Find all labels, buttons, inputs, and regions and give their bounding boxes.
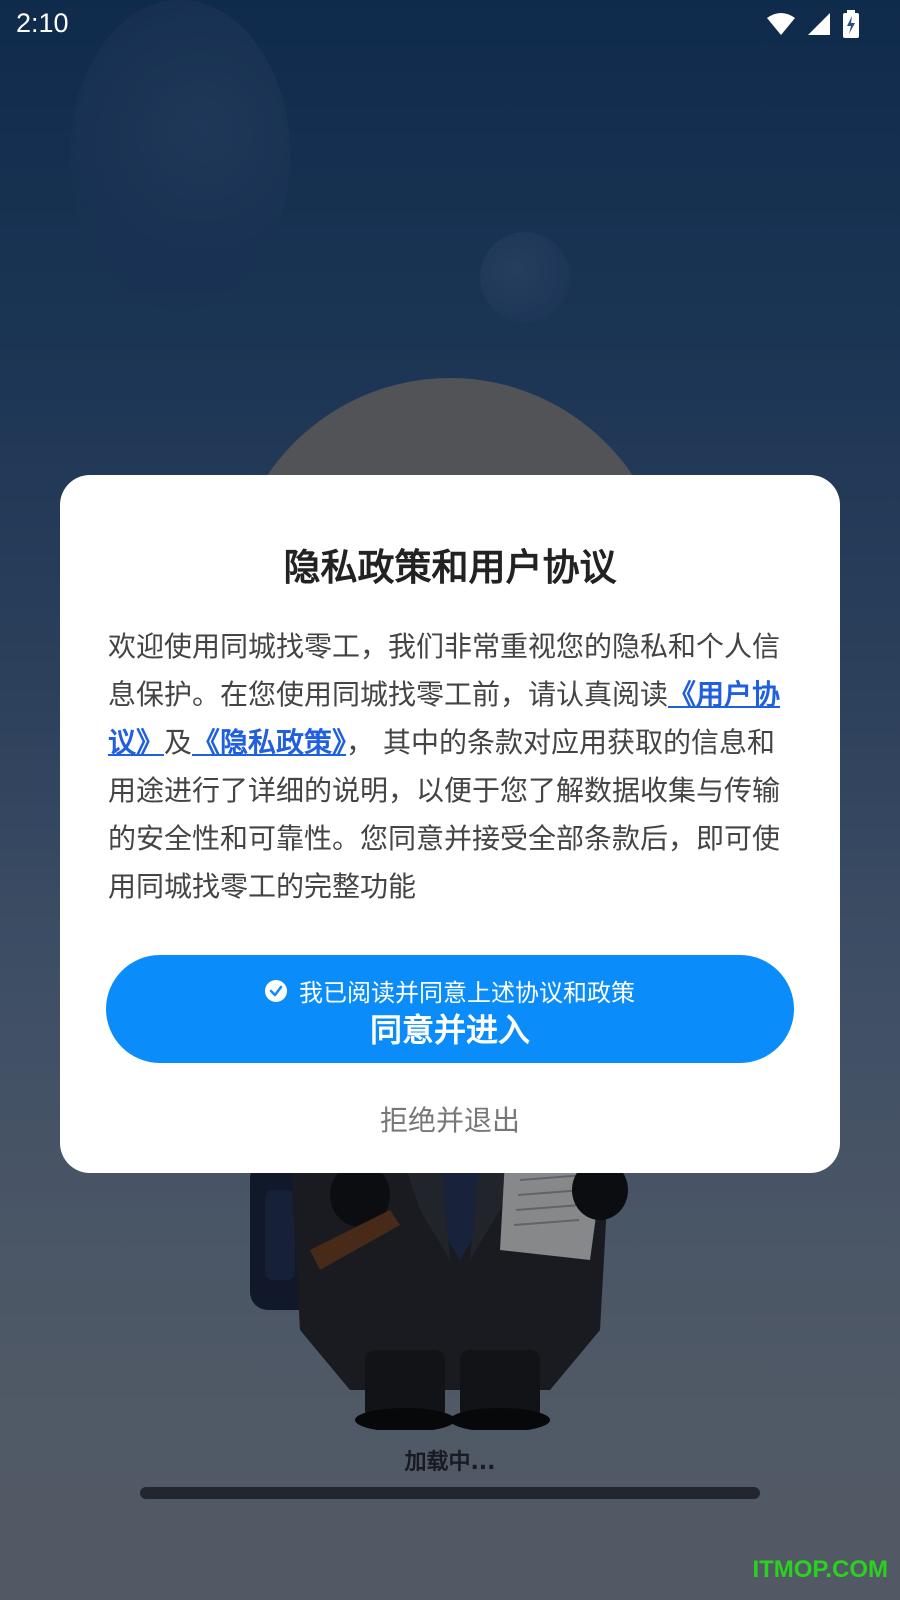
status-icons [766,10,860,38]
agree-checkbox-label: 我已阅读并同意上述协议和政策 [299,979,635,1007]
agree-checkbox-row[interactable]: 我已阅读并同意上述协议和政策 [106,973,794,1008]
dialog-body-conjunction: 及 [164,726,193,759]
signal-icon [808,13,830,35]
watermark: ITMOP.COM [752,1556,888,1583]
reject-button[interactable]: 拒绝并退出 [60,1099,840,1139]
wifi-icon [767,13,795,35]
dialog-body: 欢迎使用同城找零工，我们非常重视您的隐私和个人信息保护。在您使用同城找零工前，请… [108,623,798,911]
status-bar: 2:10 [0,0,900,50]
check-circle-icon[interactable] [265,979,287,1002]
privacy-dialog: 隐私政策和用户协议 欢迎使用同城找零工，我们非常重视您的隐私和个人信息保护。在您… [60,475,840,1173]
battery-charging-icon [843,10,859,38]
status-time: 2:10 [16,8,69,38]
dialog-title: 隐私政策和用户协议 [283,546,617,589]
agree-button-label: 同意并进入 [369,1011,530,1049]
agree-button[interactable]: 我已阅读并同意上述协议和政策 同意并进入 [106,955,794,1063]
privacy-policy-link[interactable]: 《隐私政策》 [192,726,346,759]
